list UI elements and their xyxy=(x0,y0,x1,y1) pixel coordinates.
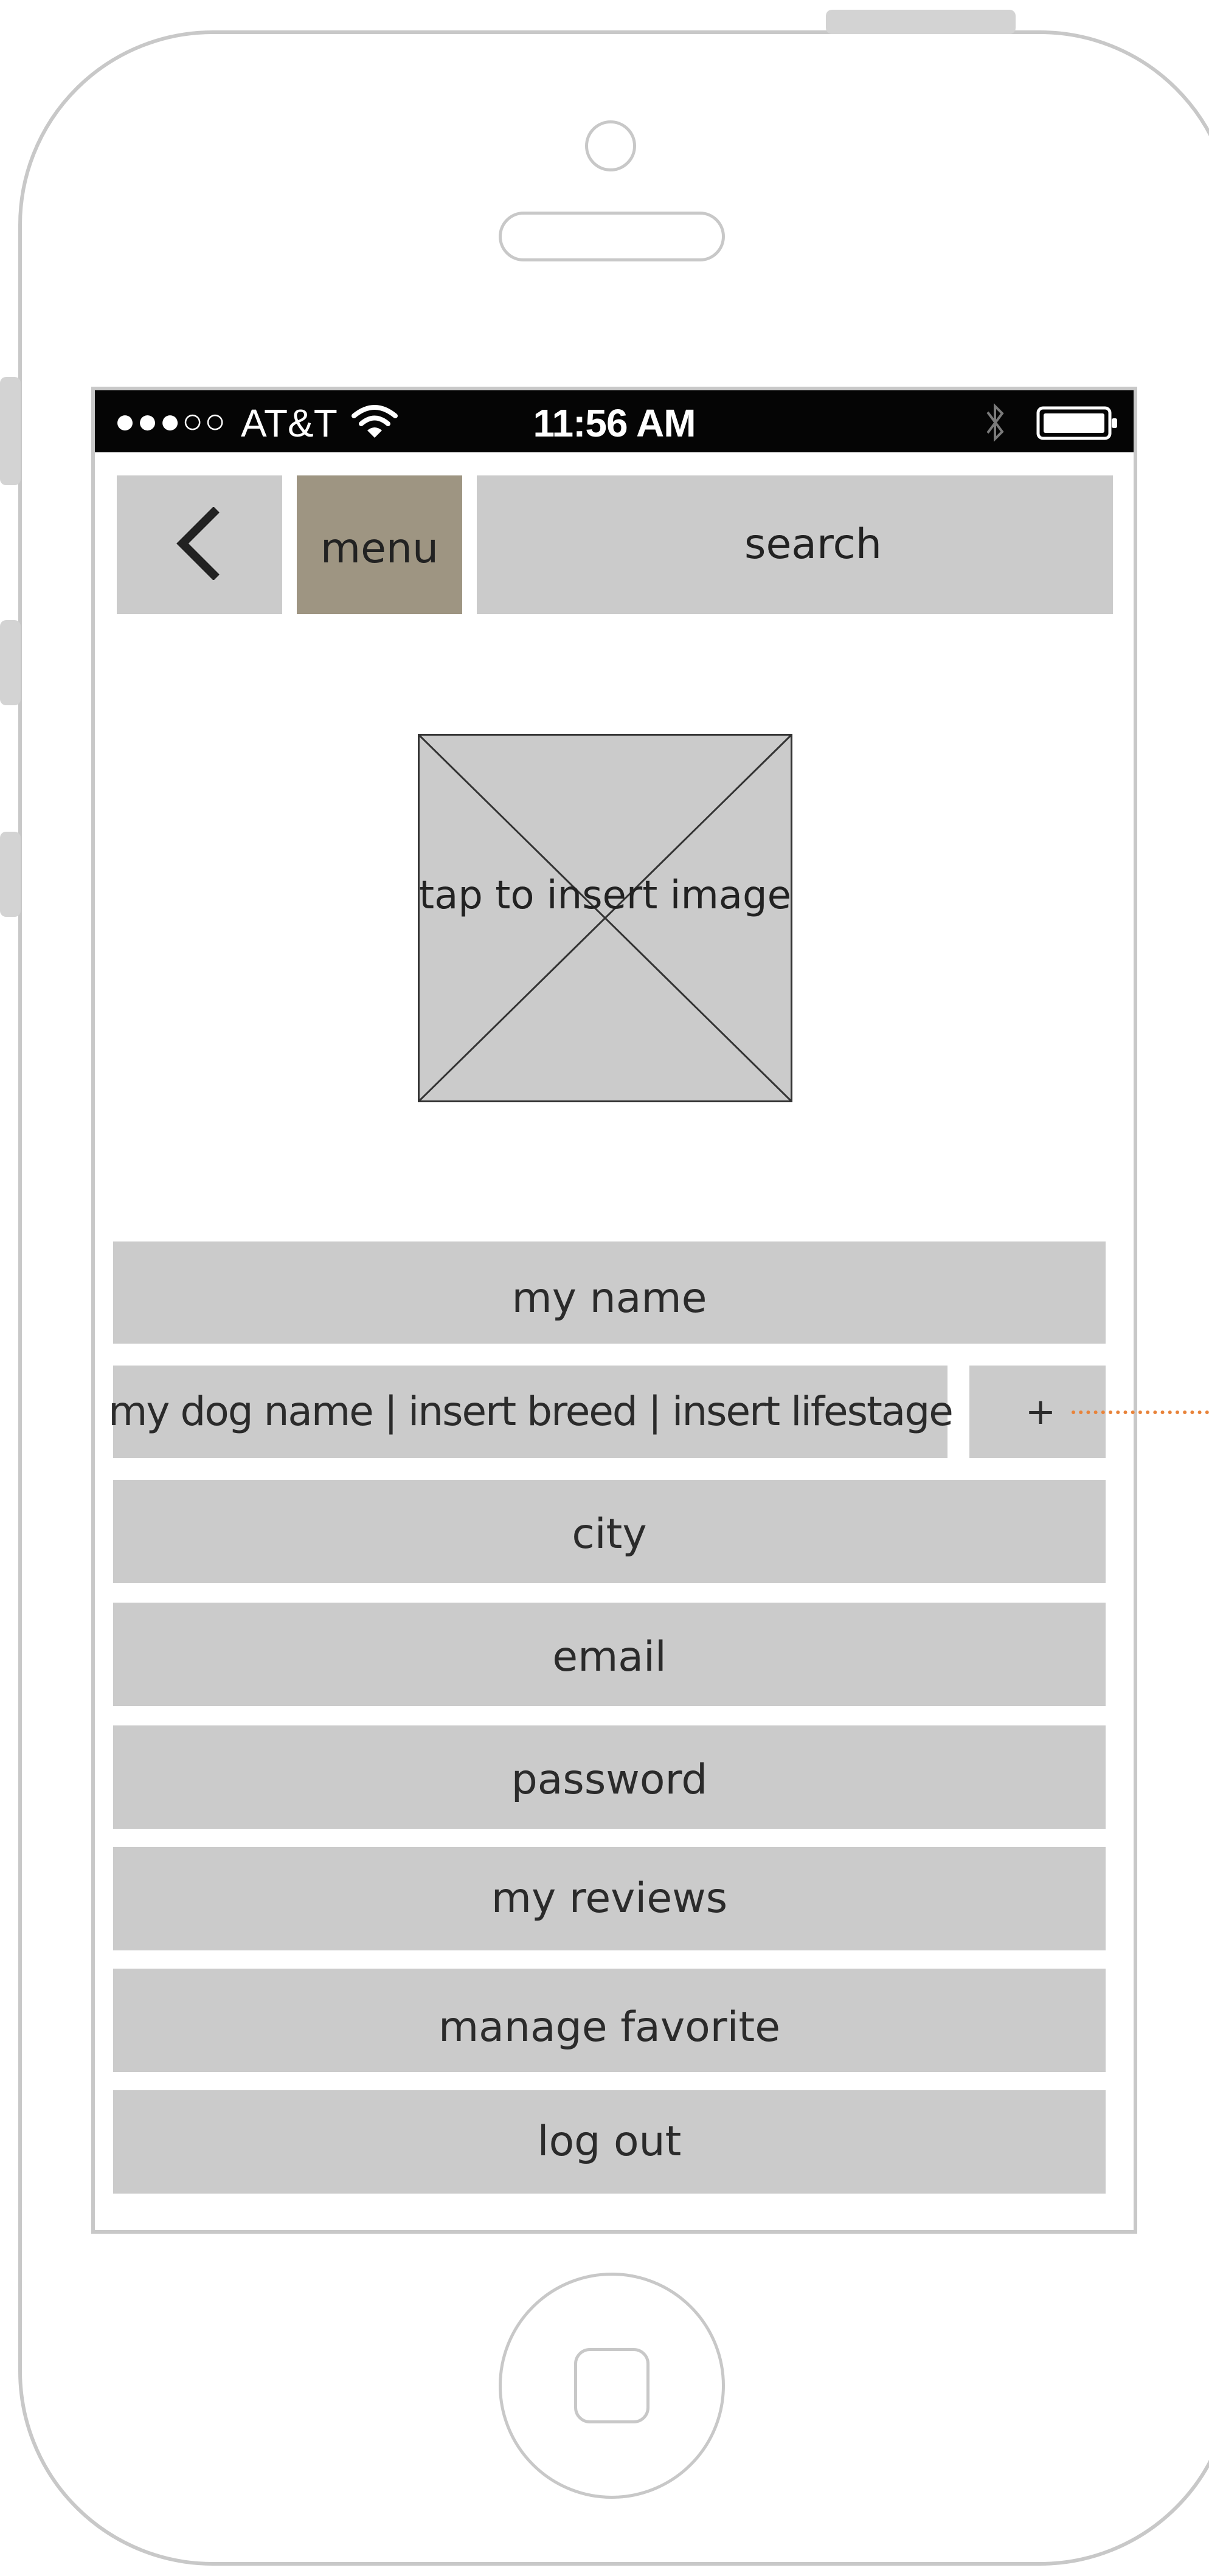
password-field[interactable]: password xyxy=(113,1725,1106,1829)
volume-down-button xyxy=(0,832,21,917)
manage-favorite-button[interactable]: manage favorite xyxy=(113,1969,1106,2072)
manage-favorite-label: manage favorite xyxy=(438,2003,781,2051)
volume-up-button xyxy=(0,620,21,705)
mute-switch xyxy=(0,377,21,485)
my-reviews-button[interactable]: my reviews xyxy=(113,1847,1106,1950)
bluetooth-icon xyxy=(983,401,1007,444)
image-placeholder-icon xyxy=(420,736,791,1100)
back-button[interactable] xyxy=(117,475,282,614)
front-camera xyxy=(585,120,636,171)
chevron-left-icon xyxy=(174,506,225,582)
annotation-connector xyxy=(1072,1411,1209,1414)
city-field[interactable]: city xyxy=(113,1480,1106,1583)
my-reviews-label: my reviews xyxy=(491,1874,728,1922)
power-button xyxy=(826,10,1016,34)
email-label: email xyxy=(552,1633,667,1681)
status-time: 11:56 AM xyxy=(533,401,696,445)
home-button-icon xyxy=(574,2348,650,2423)
menu-button[interactable]: menu xyxy=(297,475,462,614)
city-label: city xyxy=(572,1510,647,1558)
search-button[interactable]: search xyxy=(477,475,1113,614)
log-out-label: log out xyxy=(537,2118,682,2166)
my-name-label: my name xyxy=(511,1274,707,1322)
menu-label: menu xyxy=(320,525,439,573)
search-label: search xyxy=(744,520,882,568)
status-bar: ●●●○○ AT&T 11:56 AM xyxy=(95,390,1134,452)
battery-icon xyxy=(1036,406,1119,440)
log-out-button[interactable]: log out xyxy=(113,2090,1106,2194)
plus-icon: + xyxy=(1025,1390,1056,1433)
image-placeholder-text: tap to insert image xyxy=(418,873,792,918)
password-label: password xyxy=(511,1756,708,1804)
email-field[interactable]: email xyxy=(113,1603,1106,1706)
my-name-field[interactable]: my name xyxy=(113,1241,1106,1344)
dog-info-field[interactable]: my dog name | insert breed | insert life… xyxy=(108,1366,954,1458)
profile-image-placeholder[interactable] xyxy=(418,734,792,1102)
earpiece-speaker xyxy=(499,212,725,261)
dog-info-label: my dog name | insert breed | insert life… xyxy=(108,1388,954,1435)
